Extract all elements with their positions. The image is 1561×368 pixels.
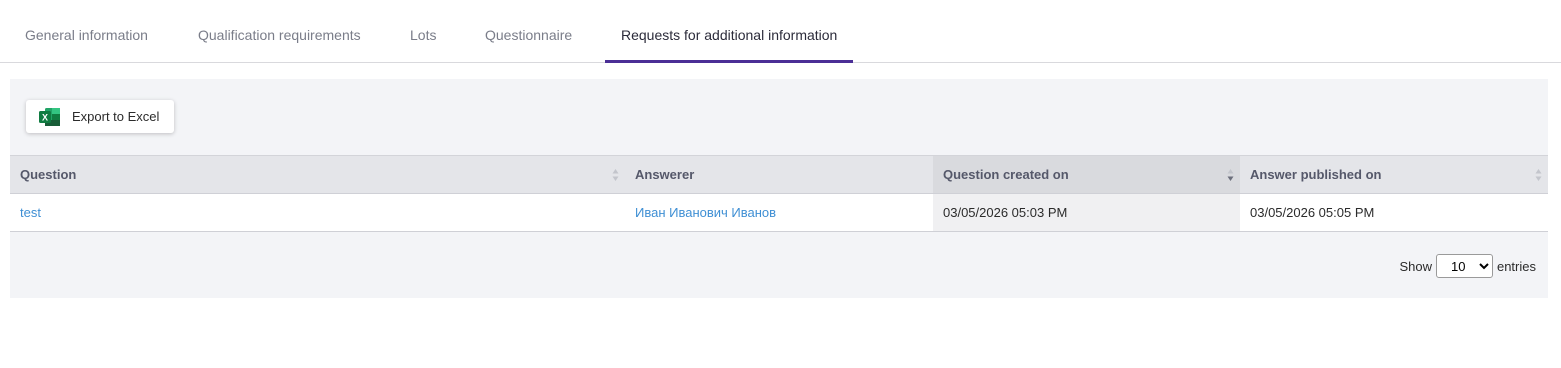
- cell-question-created-on: 03/05/2026 05:03 PM: [933, 193, 1240, 232]
- column-header-label: Question created on: [943, 167, 1069, 182]
- tab-bar: General information Qualification requir…: [0, 0, 1561, 63]
- table-row: test Иван Иванович Иванов 03/05/2026 05:…: [10, 193, 1548, 232]
- export-to-excel-button[interactable]: X Export to Excel: [26, 100, 174, 133]
- page-size-select[interactable]: 10: [1435, 254, 1493, 278]
- export-label: Export to Excel: [72, 109, 160, 124]
- column-header-label: Answerer: [635, 167, 695, 182]
- question-link[interactable]: test: [20, 205, 41, 220]
- page-length-control: Show 10 entries: [1399, 254, 1536, 278]
- requests-panel: X Export to Excel Question Answerer Ques…: [10, 79, 1548, 298]
- column-header-label: Question: [20, 167, 77, 182]
- tab-lots[interactable]: Lots: [410, 0, 436, 62]
- requests-table: Question Answerer Question created on An…: [10, 155, 1548, 232]
- column-header-question-created-on[interactable]: Question created on: [933, 155, 1240, 194]
- tab-qualification-requirements[interactable]: Qualification requirements: [198, 0, 361, 62]
- sort-descending-icon: [1227, 169, 1234, 181]
- column-header-answerer: Answerer: [625, 155, 933, 194]
- tab-questionnaire[interactable]: Questionnaire: [485, 0, 572, 62]
- cell-answerer: Иван Иванович Иванов: [625, 193, 933, 232]
- sort-icon: [612, 169, 619, 181]
- column-header-question[interactable]: Question: [10, 155, 625, 194]
- svg-text:X: X: [42, 112, 48, 122]
- entries-label: entries: [1496, 258, 1536, 274]
- column-header-label: Answer published on: [1250, 167, 1382, 182]
- answerer-link[interactable]: Иван Иванович Иванов: [635, 205, 776, 220]
- tab-general-information[interactable]: General information: [25, 0, 148, 62]
- excel-icon: X: [39, 107, 60, 126]
- table-header-row: Question Answerer Question created on An…: [10, 155, 1548, 194]
- cell-question: test: [10, 193, 625, 232]
- tab-requests-for-additional-information[interactable]: Requests for additional information: [604, 0, 854, 63]
- sort-icon: [1535, 169, 1542, 181]
- cell-answer-published-on: 03/05/2026 05:05 PM: [1240, 193, 1548, 232]
- show-label: Show: [1399, 258, 1432, 274]
- column-header-answer-published-on[interactable]: Answer published on: [1240, 155, 1548, 194]
